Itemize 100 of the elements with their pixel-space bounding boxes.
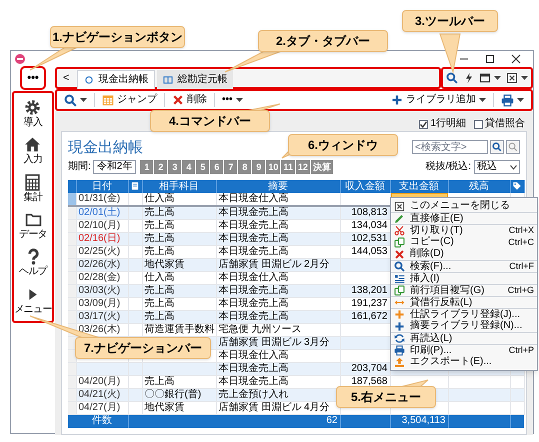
column-header: 相手科目 (159, 180, 199, 192)
menu-item[interactable]: エクスポート(E)... (391, 356, 537, 368)
menu-item[interactable]: 検索(F)... Ctrl+F (391, 260, 537, 272)
account-cell: 地代家賃 (144, 259, 184, 270)
checkmark-icon (420, 120, 428, 128)
command-button[interactable]: ジャンプ (97, 91, 162, 109)
navigation-item[interactable]: ヘルプ (19, 248, 47, 278)
upload-icon (394, 356, 405, 368)
callout-label: 2.タブ・タブバー (258, 30, 388, 52)
menu-item[interactable]: 仕訳ライブラリ登録(J)... (391, 308, 537, 320)
menu-item[interactable]: 直接修正(E) (391, 212, 537, 224)
search-button[interactable] (490, 140, 504, 154)
toolbar-button[interactable] (446, 72, 458, 84)
amount-cell: 203,704 (351, 363, 388, 374)
navigation-item[interactable]: 入力 (24, 136, 42, 166)
menu-item[interactable]: このメニューを閉じる (391, 200, 537, 212)
calendar-icon (102, 94, 114, 106)
callout-label: 5.右メニュー (336, 386, 436, 408)
checkbox[interactable]: 1行明細 (419, 119, 466, 129)
period-label: 期間: (68, 162, 91, 172)
menu-item[interactable]: 貸借行反転(L) (391, 296, 537, 308)
refresh-icon (394, 333, 405, 344)
menu-item[interactable]: 印刷(P)... Ctrl+P (391, 344, 537, 356)
amount-cell: 187,568 (351, 376, 388, 387)
menu-item[interactable]: 前行項目複写(G) Ctrl+G (391, 284, 537, 296)
menu-item[interactable]: 摘要ライブラリ登録(N)... (391, 320, 537, 332)
menu-item[interactable]: 再読込(L) (391, 332, 537, 344)
summary-cell: 本日現金売上高 (218, 207, 288, 218)
account-cell: 売上高 (144, 207, 174, 218)
amount-cell: 102,531 (351, 233, 388, 244)
date-cell: 03/03(火) (78, 285, 120, 296)
navigation-item[interactable]: データ (19, 211, 47, 240)
navigation-button[interactable]: ••• (22, 68, 44, 88)
callout-label: 6.ウィンドウ (288, 134, 398, 156)
navigation-item[interactable]: 導入 (24, 99, 42, 128)
row-header[interactable] (68, 193, 76, 206)
maximize-icon[interactable] (485, 54, 495, 64)
close-box-icon (394, 200, 405, 212)
callout-label: 4.コマンドバー (150, 110, 270, 132)
clear-search-button[interactable] (506, 140, 520, 154)
tab[interactable]: 総勘定元帳 (157, 70, 234, 89)
chevron-down-icon (510, 164, 517, 170)
close-icon[interactable] (511, 54, 521, 64)
search-icon (446, 72, 458, 84)
caret-icon[interactable] (520, 76, 528, 80)
column-header: 日付 (92, 180, 112, 192)
callout-label: 7.ナビゲーションバー (75, 337, 211, 359)
back-button[interactable]: < (59, 72, 74, 84)
account-cell: 売上高 (144, 233, 174, 244)
search-icon (394, 261, 405, 272)
menu-item[interactable]: 切り取り(T) Ctrl+X (391, 224, 537, 236)
column-header: 収入金額 (345, 180, 385, 192)
tab[interactable]: 現金出納帳 (77, 70, 156, 89)
date-cell: 02/01(土) (78, 207, 120, 218)
page-title: 現金出納帳 (68, 140, 143, 154)
period-field[interactable]: 令和2年 (92, 160, 136, 174)
count-value: 62 (326, 415, 338, 426)
menu-item[interactable]: 削除(D) (391, 248, 537, 260)
caret-icon[interactable] (479, 98, 486, 102)
toolbar-button[interactable] (506, 72, 528, 84)
row-header[interactable] (68, 206, 76, 220)
scissors-icon (394, 225, 405, 236)
caret-icon[interactable] (517, 98, 524, 102)
count-label: 件数 (92, 415, 112, 426)
summary-cell: 宅急便 九州ソース (218, 324, 302, 335)
caret-icon[interactable] (80, 98, 87, 102)
summary-cell: 店舗家賃 田淵ビル 4月分 (218, 402, 330, 413)
date-cell: 02/10(月) (78, 220, 120, 231)
date-cell: 04/21(火) (78, 389, 120, 400)
house-icon (24, 136, 42, 154)
search-icon (64, 94, 77, 106)
menu-item[interactable]: コピー(C) Ctrl+C (391, 236, 537, 248)
search-field[interactable]: <検索文字> (412, 140, 488, 154)
navigation-item[interactable]: 集計 (24, 174, 42, 203)
date-cell: 02/25(火) (78, 246, 120, 257)
account-cell: 売上高 (144, 220, 174, 231)
command-button[interactable]: ライブラリ追加 (386, 91, 491, 109)
summary-cell: 本日現金売上高 (218, 220, 288, 231)
command-button[interactable]: ••• (217, 91, 248, 109)
amount-cell: 144,053 (351, 246, 388, 257)
command-button[interactable]: 削除 (167, 91, 212, 109)
date-cell: 02/28(金) (78, 272, 120, 283)
tax-dropdown[interactable]: 税込 (474, 160, 520, 174)
cross-icon (172, 94, 184, 106)
navigation-item[interactable]: メニュー (14, 286, 52, 315)
settings-icon (24, 99, 42, 116)
summary-cell: 本日現金売上高 (218, 311, 288, 322)
summary-cell: 店舗家賃 田淵ビル 2月分 (218, 259, 330, 270)
toolbar-button[interactable] (479, 72, 502, 84)
summary-cell: 本日現金売上高 (218, 298, 288, 309)
date-cell: 03/26(木) (78, 324, 120, 335)
account-cell: 売上高 (144, 311, 174, 322)
tax-label: 税抜/税込: (425, 162, 471, 172)
amount-cell: 138,201 (351, 285, 388, 296)
menu-item[interactable]: 挿入(I) (391, 272, 537, 284)
insert-icon (394, 273, 405, 284)
checkbox[interactable]: 貸借照合 (474, 119, 525, 129)
caret-icon[interactable] (494, 76, 502, 80)
date-cell: 03/09(月) (78, 298, 120, 309)
copy-icon (394, 236, 405, 248)
